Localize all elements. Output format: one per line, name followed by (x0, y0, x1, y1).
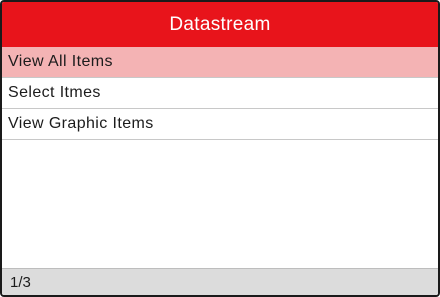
status-bar: 1/3 (2, 268, 438, 295)
page-indicator: 1/3 (10, 273, 31, 291)
menu-item-view-graphic-items[interactable]: View Graphic Items (2, 109, 438, 140)
page-title: Datastream (169, 13, 271, 35)
menu-item-view-all-items[interactable]: View All Items (2, 47, 438, 78)
menu-item-label: View Graphic Items (8, 115, 154, 132)
menu-list: View All Items Select Itmes View Graphic… (2, 47, 438, 140)
menu-item-label: Select Itmes (8, 84, 101, 101)
menu-item-label: View All Items (8, 53, 113, 70)
datastream-screen: Datastream View All Items Select Itmes V… (0, 0, 440, 297)
menu-item-select-items[interactable]: Select Itmes (2, 78, 438, 109)
title-bar: Datastream (2, 2, 438, 47)
